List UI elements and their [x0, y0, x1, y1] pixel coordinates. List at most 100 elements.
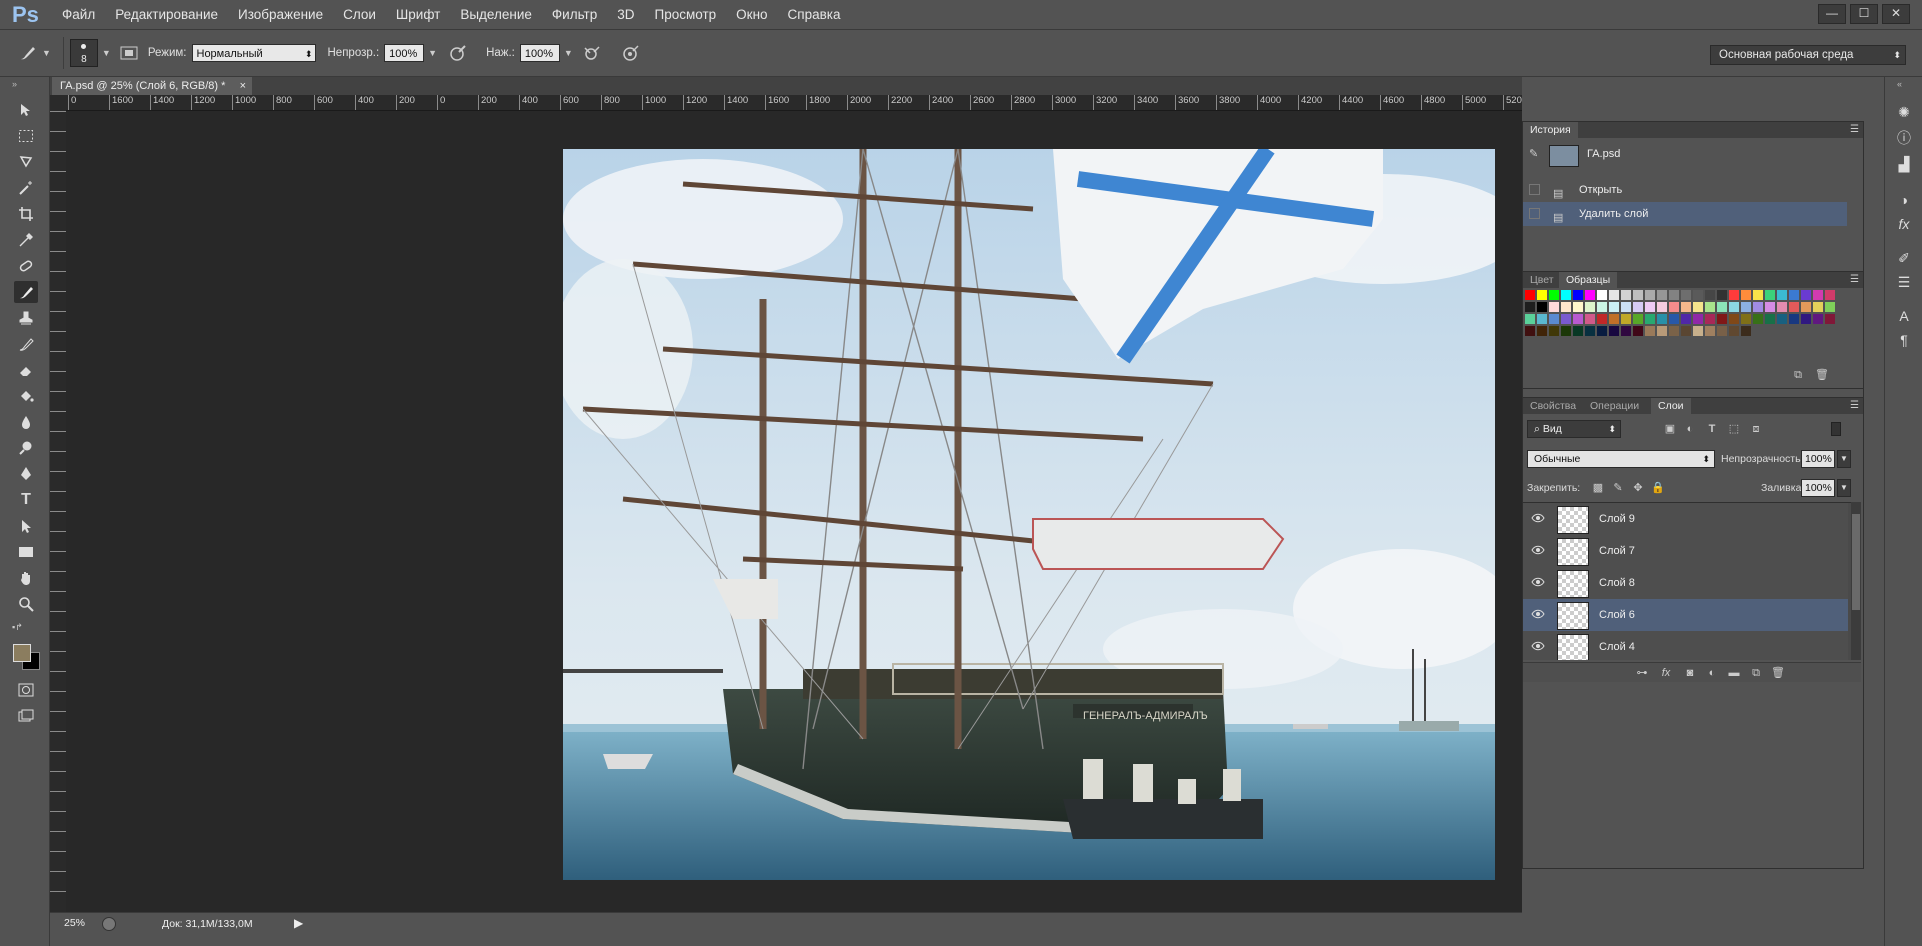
navigator-icon[interactable]: ✺ [1893, 101, 1915, 123]
color-swatch[interactable] [1765, 314, 1775, 324]
tab-properties[interactable]: Свойства [1523, 398, 1583, 414]
color-swatch[interactable] [1717, 326, 1727, 336]
color-swatch[interactable] [1669, 290, 1679, 300]
brush-settings-icon[interactable]: ☰ [1893, 271, 1915, 293]
brush-panel-toggle-icon[interactable] [118, 42, 140, 64]
pressure-opacity-icon[interactable] [447, 42, 469, 64]
color-swatch[interactable] [1537, 314, 1547, 324]
paragraph-icon[interactable]: ¶ [1893, 329, 1915, 351]
add-mask-icon[interactable]: ◙ [1683, 666, 1697, 680]
trash-icon[interactable]: 🗑 [1771, 666, 1785, 680]
color-swatch[interactable] [1777, 302, 1787, 312]
color-swatch[interactable] [1765, 302, 1775, 312]
history-item[interactable]: ▤ Удалить слой [1523, 202, 1847, 226]
color-swatch[interactable] [1813, 290, 1823, 300]
close-button[interactable]: ✕ [1882, 4, 1910, 24]
history-item[interactable]: ▤ Открыть [1523, 178, 1847, 202]
color-swatch[interactable] [1585, 302, 1595, 312]
color-swatch[interactable] [1549, 290, 1559, 300]
color-swatch[interactable] [1597, 290, 1607, 300]
collapse-icon[interactable]: » [12, 79, 17, 89]
adjustment-layer-icon[interactable]: ◐ [1705, 666, 1719, 680]
zoom-tool-icon[interactable] [14, 593, 38, 615]
color-swatch[interactable] [1717, 314, 1727, 324]
screen-mode-icon[interactable] [14, 705, 38, 727]
color-swatch[interactable] [1789, 290, 1799, 300]
visibility-eye-icon[interactable] [1531, 641, 1545, 651]
color-swatch[interactable] [1705, 302, 1715, 312]
color-swatch[interactable] [1741, 302, 1751, 312]
lock-transparency-icon[interactable]: ▩ [1591, 481, 1605, 495]
menu-item[interactable]: Просмотр [645, 0, 727, 30]
color-swatch[interactable] [1705, 314, 1715, 324]
history-snapshot[interactable]: ✎ ГА.psd [1523, 142, 1847, 167]
color-swatch[interactable] [1621, 302, 1631, 312]
brush-tool-preset-icon[interactable] [17, 42, 39, 64]
color-swatch[interactable] [1561, 290, 1571, 300]
color-swatch[interactable] [1729, 302, 1739, 312]
menu-item[interactable]: Редактирование [105, 0, 228, 30]
color-swatch[interactable] [1705, 290, 1715, 300]
document-image[interactable]: ГЕНЕРАЛЪ-АДМИРАЛЪ [563, 149, 1495, 880]
layer-row[interactable]: Слой 6 [1523, 599, 1848, 632]
color-swatch[interactable] [1609, 290, 1619, 300]
vertical-ruler[interactable] [50, 111, 66, 912]
chevron-down-icon[interactable]: ▼ [564, 48, 573, 58]
color-swatch[interactable] [1633, 290, 1643, 300]
magic-wand-tool-icon[interactable] [14, 177, 38, 199]
color-swatch[interactable] [1621, 314, 1631, 324]
color-swatch[interactable] [1693, 302, 1703, 312]
color-swatch[interactable] [1549, 326, 1559, 336]
color-swatch[interactable] [1813, 302, 1823, 312]
layer-row[interactable]: Слой 9 [1523, 503, 1848, 536]
color-swatch[interactable] [1825, 314, 1835, 324]
tab-color[interactable]: Цвет [1523, 272, 1561, 288]
color-swatch[interactable] [1561, 326, 1571, 336]
close-tab-icon[interactable]: × [240, 77, 246, 95]
color-swatch[interactable] [1789, 302, 1799, 312]
color-swatch[interactable] [1753, 290, 1763, 300]
color-swatch[interactable] [1657, 314, 1667, 324]
filter-toggle[interactable] [1831, 422, 1841, 436]
clone-stamp-tool-icon[interactable] [14, 307, 38, 329]
layer-row[interactable]: Слой 4 [1523, 631, 1848, 660]
menu-item[interactable]: Файл [52, 0, 105, 30]
history-brush-tool-icon[interactable] [14, 333, 38, 355]
healing-brush-tool-icon[interactable] [14, 255, 38, 277]
info-icon[interactable]: ⓘ [1893, 127, 1915, 149]
color-swatch[interactable] [1561, 302, 1571, 312]
filter-shape-icon[interactable]: ⬚ [1727, 422, 1741, 436]
filter-pixel-icon[interactable]: ▣ [1663, 422, 1677, 436]
color-swatch[interactable] [1813, 314, 1823, 324]
color-swatch[interactable] [1525, 302, 1535, 312]
color-swatch[interactable] [1741, 314, 1751, 324]
color-swatch[interactable] [1585, 314, 1595, 324]
lasso-tool-icon[interactable] [14, 151, 38, 173]
color-swatch[interactable] [1705, 326, 1715, 336]
scrollbar-thumb[interactable] [1852, 514, 1860, 610]
dodge-tool-icon[interactable] [14, 437, 38, 459]
color-swatch[interactable] [1669, 314, 1679, 324]
move-tool-icon[interactable] [14, 99, 38, 121]
type-tool-icon[interactable]: T [14, 489, 38, 511]
color-swatch[interactable] [1537, 290, 1547, 300]
color-swatch[interactable] [1633, 326, 1643, 336]
lock-pixels-icon[interactable]: ✎ [1611, 481, 1625, 495]
histogram-icon[interactable]: ▟ [1893, 153, 1915, 175]
color-swatch[interactable] [1573, 326, 1583, 336]
color-swatch[interactable] [1789, 314, 1799, 324]
color-swatch[interactable] [1585, 290, 1595, 300]
quick-mask-icon[interactable] [14, 679, 38, 701]
layer-row[interactable]: Слой 7 [1523, 535, 1848, 568]
eyedropper-tool-icon[interactable] [14, 229, 38, 251]
color-swatch[interactable] [1573, 302, 1583, 312]
color-swatch[interactable] [1597, 326, 1607, 336]
color-swatch[interactable] [1669, 302, 1679, 312]
chevron-down-icon[interactable]: ▼ [102, 48, 111, 58]
adjustments-icon[interactable]: ◑ [1893, 189, 1915, 211]
chevron-down-icon[interactable]: ▼ [42, 48, 51, 58]
color-swatch[interactable] [1525, 326, 1535, 336]
color-swatch[interactable] [1585, 326, 1595, 336]
rectangle-tool-icon[interactable] [14, 541, 38, 563]
menu-item[interactable]: Фильтр [542, 0, 607, 30]
